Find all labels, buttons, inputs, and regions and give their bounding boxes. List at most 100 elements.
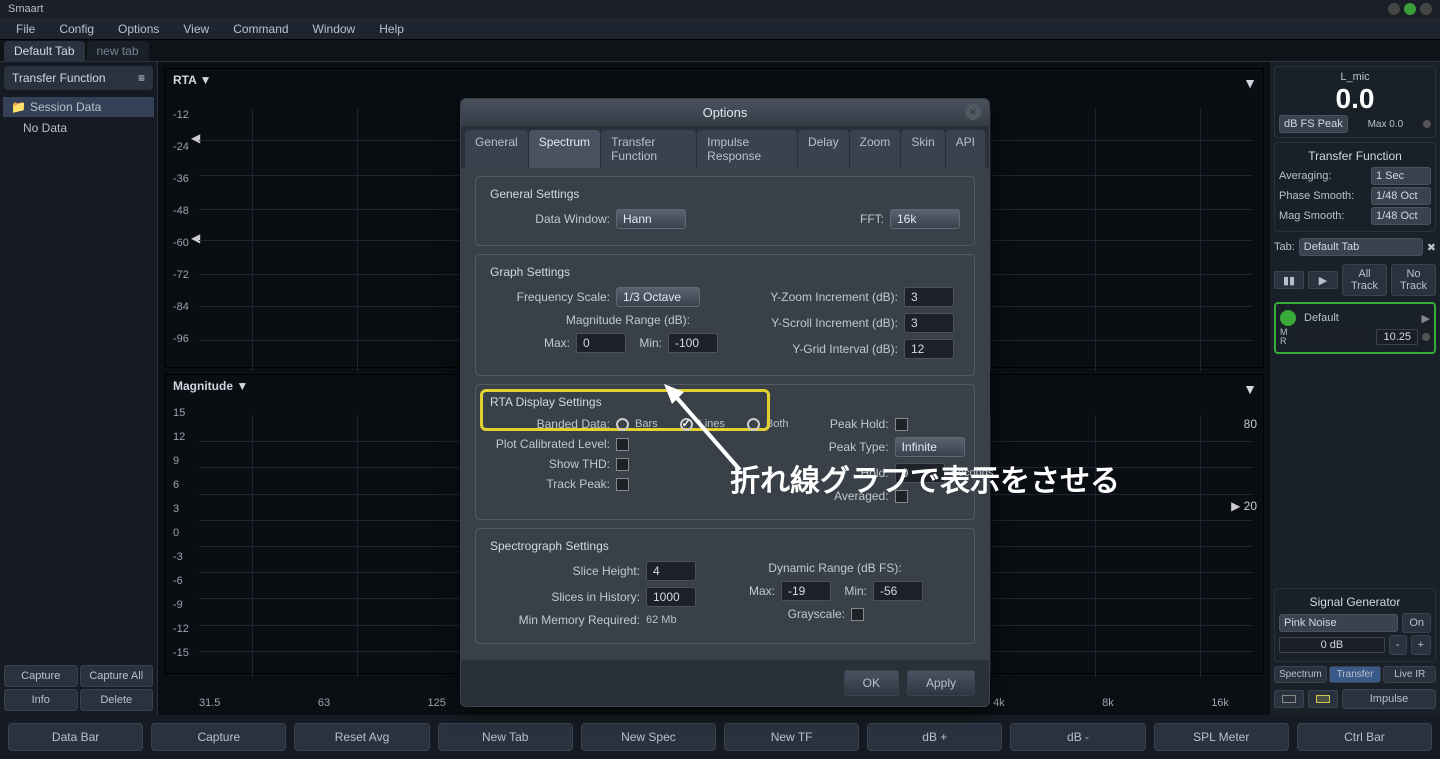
bottom-toolbar: Data Bar Capture Reset Avg New Tab New S… xyxy=(0,715,1440,759)
layout-dual-icon[interactable] xyxy=(1308,690,1338,708)
tab-zoom[interactable]: Zoom xyxy=(850,130,901,168)
no-track-button[interactable]: No Track xyxy=(1391,264,1436,296)
tree-no-data[interactable]: No Data xyxy=(3,118,154,138)
meter-scale-select[interactable]: dB FS Peak xyxy=(1279,115,1348,133)
tab-spectrum[interactable]: Spectrum xyxy=(529,130,600,168)
menu-window[interactable]: Window xyxy=(301,19,368,39)
active-dot-icon[interactable] xyxy=(1280,310,1296,326)
banded-bars-radio[interactable] xyxy=(616,418,629,431)
ok-button[interactable]: OK xyxy=(844,670,899,696)
menu-config[interactable]: Config xyxy=(47,19,106,39)
meter-label[interactable]: L_mic xyxy=(1279,71,1431,83)
mode-buttons: Spectrum Transfer Live IR xyxy=(1274,666,1436,683)
maximize-icon[interactable] xyxy=(1404,3,1416,15)
menu-view[interactable]: View xyxy=(171,19,221,39)
menu-file[interactable]: File xyxy=(4,19,47,39)
delete-button[interactable]: Delete xyxy=(80,689,154,711)
banded-both-radio[interactable] xyxy=(747,418,760,431)
specto-max-input[interactable] xyxy=(781,581,831,601)
menu-options[interactable]: Options xyxy=(106,19,171,39)
slice-height-input[interactable] xyxy=(646,561,696,581)
all-track-button[interactable]: All Track xyxy=(1342,264,1387,296)
db-minus-button[interactable]: dB - xyxy=(1010,723,1145,751)
hold-input[interactable] xyxy=(895,463,945,483)
mode-spectrum[interactable]: Spectrum xyxy=(1274,666,1327,683)
capture-button[interactable]: Capture xyxy=(4,665,78,687)
dialog-close-icon[interactable]: × xyxy=(965,104,981,120)
chevron-down-icon[interactable]: ▼ xyxy=(1243,381,1257,397)
app-tabs: Default Tab new tab xyxy=(0,40,1440,62)
mag-min-input[interactable] xyxy=(668,333,718,353)
tab-impulse[interactable]: Impulse Response xyxy=(697,130,797,168)
menu-help[interactable]: Help xyxy=(367,19,416,39)
new-tab-button[interactable]: New Tab xyxy=(438,723,573,751)
transfer-function-panel: Transfer Function Averaging: 1 Sec Phase… xyxy=(1274,142,1436,232)
settings-icon[interactable]: ✖ xyxy=(1427,241,1436,254)
tab-skin[interactable]: Skin xyxy=(901,130,944,168)
y-grid-input[interactable] xyxy=(904,339,954,359)
siggen-on-button[interactable]: On xyxy=(1402,613,1431,633)
specto-min-input[interactable] xyxy=(873,581,923,601)
tab-select[interactable]: Default Tab xyxy=(1299,238,1423,256)
plot-calibrated-checkbox[interactable] xyxy=(616,438,629,451)
siggen-level[interactable]: 0 dB xyxy=(1279,637,1385,653)
impulse-button[interactable]: Impulse xyxy=(1342,689,1436,709)
slices-history-input[interactable] xyxy=(646,587,696,607)
tab-delay[interactable]: Delay xyxy=(798,130,849,168)
ctrl-bar-button[interactable]: Ctrl Bar xyxy=(1297,723,1432,751)
mag-max-input[interactable] xyxy=(576,333,626,353)
mode-live-ir[interactable]: Live IR xyxy=(1383,666,1436,683)
chevron-down-icon[interactable]: ▼ xyxy=(1243,75,1257,91)
mode-transfer[interactable]: Transfer xyxy=(1329,666,1382,683)
averaging-select[interactable]: 1 Sec xyxy=(1371,167,1431,185)
freq-scale-select[interactable]: 1/3 Octave xyxy=(616,287,700,307)
new-tf-button[interactable]: New TF xyxy=(724,723,859,751)
databar-button[interactable]: Data Bar xyxy=(8,723,143,751)
minimize-icon[interactable] xyxy=(1388,3,1400,15)
rta-display-group: RTA Display Settings Banded Data: Bars L… xyxy=(475,384,975,520)
data-window-select[interactable]: Hann xyxy=(616,209,686,229)
close-icon[interactable] xyxy=(1420,3,1432,15)
pause-icon[interactable]: ▮▮ xyxy=(1274,271,1304,289)
peak-type-select[interactable]: Infinite xyxy=(895,437,965,457)
averaged-checkbox[interactable] xyxy=(895,490,908,503)
hamburger-icon[interactable]: ≡ xyxy=(138,71,145,85)
sidebar-header: Transfer Function ≡ xyxy=(4,66,153,90)
y-scroll-input[interactable] xyxy=(904,313,954,333)
graph-settings-group: Graph Settings Frequency Scale: 1/3 Octa… xyxy=(475,254,975,376)
siggen-minus-button[interactable]: - xyxy=(1389,635,1407,655)
tab-api[interactable]: API xyxy=(946,130,985,168)
tree-session-data[interactable]: 📁 Session Data xyxy=(3,97,154,117)
spl-meter-button[interactable]: SPL Meter xyxy=(1154,723,1289,751)
apply-button[interactable]: Apply xyxy=(907,670,975,696)
show-thd-checkbox[interactable] xyxy=(616,458,629,471)
phase-smooth-select[interactable]: 1/48 Oct xyxy=(1371,187,1431,205)
tab-default[interactable]: Default Tab xyxy=(4,41,85,61)
dialog-title: Options × xyxy=(461,99,989,126)
tab-transfer[interactable]: Transfer Function xyxy=(601,130,696,168)
sidebar-title: Transfer Function xyxy=(12,71,106,85)
peak-hold-checkbox[interactable] xyxy=(895,418,908,431)
siggen-type-select[interactable]: Pink Noise xyxy=(1279,614,1398,632)
y-zoom-input[interactable] xyxy=(904,287,954,307)
rta-title[interactable]: RTA ▼ xyxy=(165,69,1263,91)
play-icon[interactable]: ▶ xyxy=(1422,312,1430,325)
track-peak-checkbox[interactable] xyxy=(616,478,629,491)
new-spec-button[interactable]: New Spec xyxy=(581,723,716,751)
banded-lines-radio[interactable] xyxy=(680,418,693,431)
grayscale-checkbox[interactable] xyxy=(851,608,864,621)
siggen-plus-button[interactable]: + xyxy=(1411,635,1431,655)
default-measurement-box[interactable]: Default ▶ M R 10.25 xyxy=(1274,302,1436,354)
info-button[interactable]: Info xyxy=(4,689,78,711)
tab-new[interactable]: new tab xyxy=(87,41,149,61)
play-icon[interactable]: ▶ xyxy=(1308,271,1338,289)
tab-general[interactable]: General xyxy=(465,130,528,168)
reset-avg-button[interactable]: Reset Avg xyxy=(294,723,429,751)
capture-button[interactable]: Capture xyxy=(151,723,286,751)
capture-all-button[interactable]: Capture All xyxy=(80,665,154,687)
db-plus-button[interactable]: dB + xyxy=(867,723,1002,751)
mag-smooth-select[interactable]: 1/48 Oct xyxy=(1371,207,1431,225)
layout-single-icon[interactable] xyxy=(1274,690,1304,708)
menu-command[interactable]: Command xyxy=(221,19,300,39)
fft-select[interactable]: 16k xyxy=(890,209,960,229)
